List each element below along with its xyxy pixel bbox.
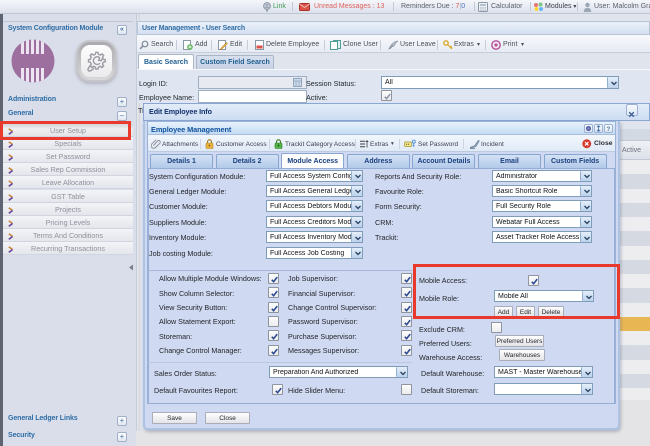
svg-text:?: ?: [606, 126, 610, 132]
